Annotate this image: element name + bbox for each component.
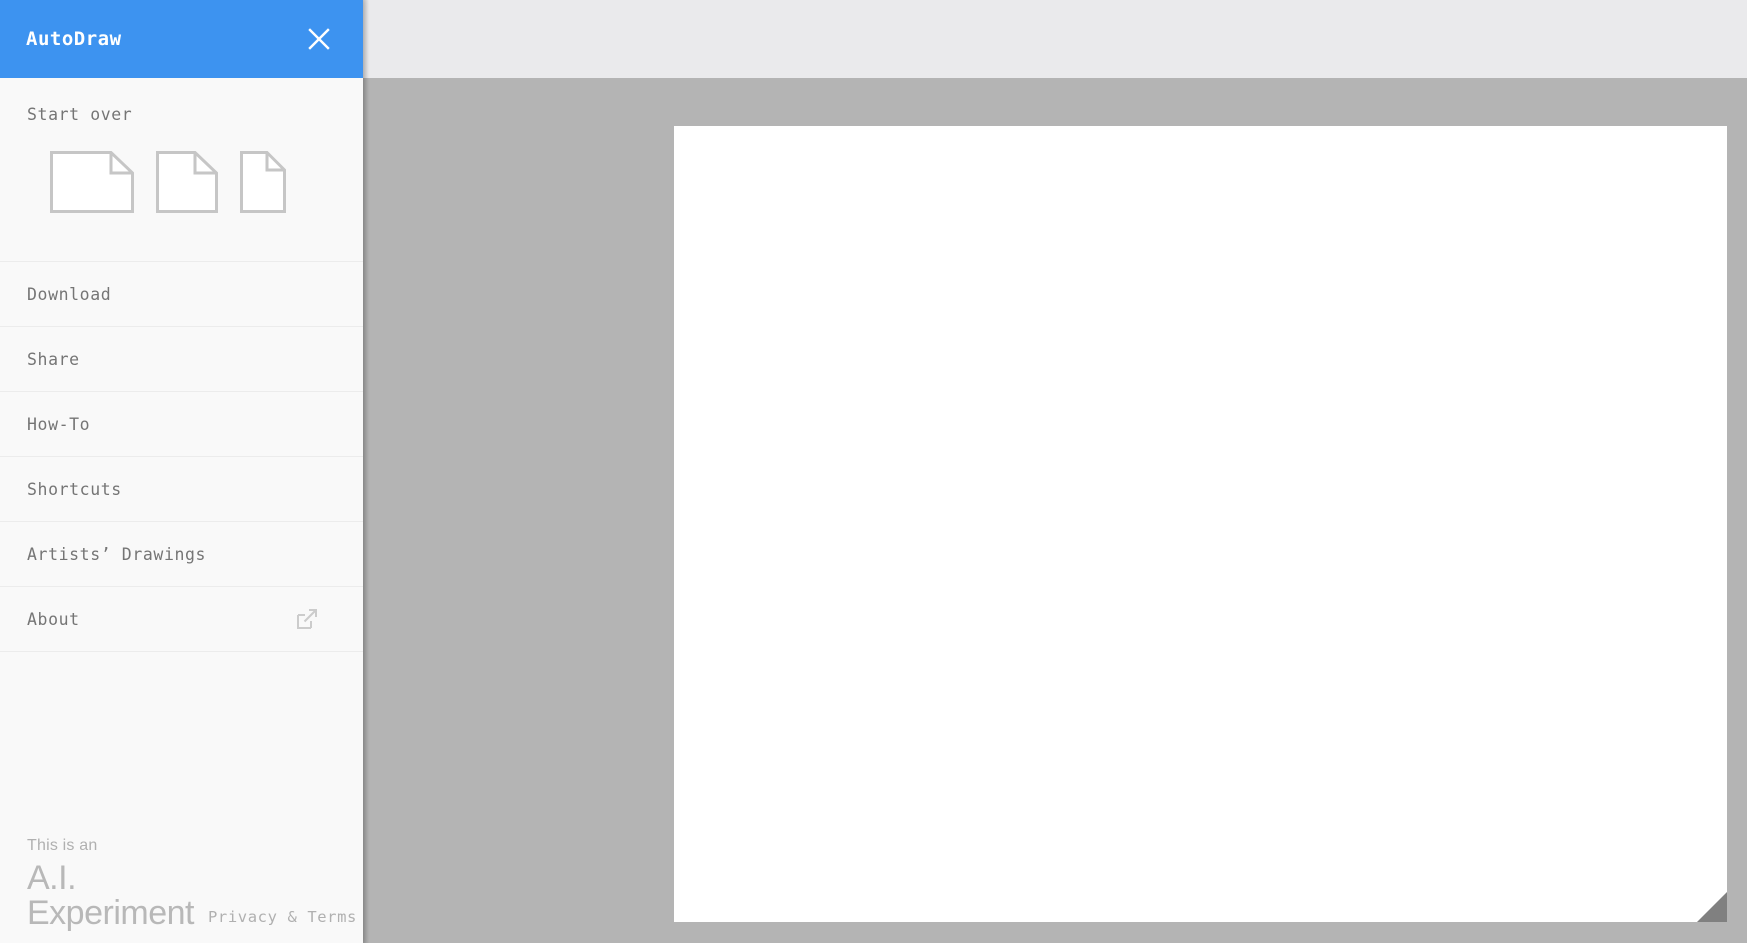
sidebar-item-share[interactable]: Share [0,327,363,392]
sidebar-item-about[interactable]: About [0,587,363,652]
page-portrait-icon[interactable] [240,151,286,217]
sidebar-item-how-to[interactable]: How-To [0,392,363,457]
close-icon[interactable] [301,21,337,57]
sidebar-item-label: About [27,609,80,629]
start-over-label: Start over [27,105,133,124]
page-square-icon[interactable] [156,151,218,217]
external-link-icon [296,608,318,630]
top-toolbar [363,0,1747,78]
drawing-canvas[interactable] [674,126,1727,922]
sidebar-shadow-divider [363,0,369,943]
sidebar-item-label: Artists’ Drawings [27,544,207,564]
workspace [363,0,1747,943]
canvas-resize-handle[interactable] [1697,892,1727,922]
ai-brand-line-2: Experiment [27,894,194,932]
sidebar-item-shortcuts[interactable]: Shortcuts [0,457,363,522]
sidebar-footer: This is an A.I. Experiment Privacy & Ter… [0,808,363,943]
page-format-options [50,151,286,217]
sidebar-item-label: Share [27,349,80,369]
sidebar-item-label: How-To [27,414,91,434]
sidebar-item-download[interactable]: Download [0,262,363,327]
sidebar-menu-panel: AutoDraw Start over Download Share How-T… [0,0,363,943]
ai-experiment-logo: This is an A.I. Experiment [27,838,194,931]
sidebar-item-label: Download [27,284,112,304]
app-title: AutoDraw [26,28,122,50]
ai-tagline: This is an [27,837,98,854]
autodraw-app: AutoDraw Start over Download Share How-T… [0,0,1747,943]
start-over-section: Start over [0,78,363,262]
page-landscape-icon[interactable] [50,151,134,217]
sidebar-item-artists-drawings[interactable]: Artists’ Drawings [0,522,363,587]
privacy-terms-link[interactable]: Privacy & Terms [208,908,357,926]
ai-brand-line-1: A.I. [27,859,77,897]
sidebar-item-label: Shortcuts [27,479,122,499]
sidebar-header: AutoDraw [0,0,363,78]
